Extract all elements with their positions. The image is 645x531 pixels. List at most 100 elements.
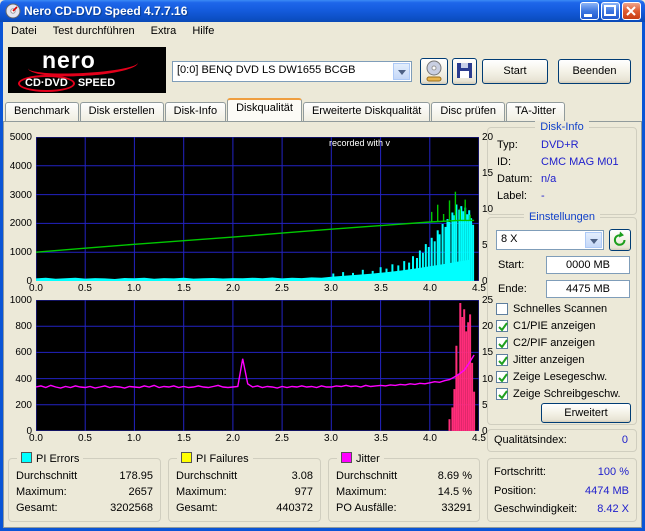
end-mb-field[interactable]: 4475 MB bbox=[546, 280, 630, 298]
disk-info-title: Disk-Info bbox=[535, 121, 589, 133]
checkbox-label: Zeige Lesegeschw. bbox=[513, 371, 608, 383]
quality-index-label: Qualitätsindex: bbox=[494, 434, 567, 446]
stat-value: 977 bbox=[294, 486, 313, 498]
refresh-button[interactable] bbox=[609, 229, 631, 251]
eject-button[interactable] bbox=[420, 58, 448, 85]
menu-bar: Datei Test durchführen Extra Hilfe bbox=[3, 22, 642, 41]
disk-date-label: Datum: bbox=[497, 173, 533, 185]
save-button[interactable] bbox=[452, 58, 477, 85]
tab-benchmark[interactable]: Benchmark bbox=[5, 102, 79, 121]
quit-button[interactable]: Beenden bbox=[558, 59, 631, 84]
speed-select-value: 8 X bbox=[501, 233, 518, 245]
check-icon bbox=[498, 339, 508, 349]
pi-errors-stats-title: PI Errors bbox=[36, 453, 80, 465]
disk-label-value: - bbox=[541, 190, 545, 202]
logo-product-left: CD·DVD bbox=[18, 75, 75, 92]
quality-index-value: 0 bbox=[621, 434, 628, 446]
jitter-swatch bbox=[341, 452, 352, 463]
stat-value: 2657 bbox=[128, 486, 153, 498]
check-icon bbox=[498, 322, 508, 332]
pi-failures-stats-title: PI Failures bbox=[196, 453, 249, 465]
tab-diskqualitaet[interactable]: Diskqualität bbox=[227, 98, 302, 121]
drive-select-value: [0:0] BENQ DVD LS DW1655 BCGB bbox=[177, 64, 356, 76]
stat-label: Maximum: bbox=[176, 486, 227, 498]
pi-errors-swatch bbox=[21, 452, 32, 463]
checkbox-label: C1/PIE anzeigen bbox=[513, 320, 596, 332]
stat-label: Maximum: bbox=[336, 486, 387, 498]
tab-disk-info[interactable]: Disk-Info bbox=[164, 102, 227, 121]
menu-test-durchfuehren[interactable]: Test durchführen bbox=[45, 22, 143, 41]
app-window: Nero CD-DVD Speed 4.7.7.16 Datei Test du… bbox=[0, 0, 645, 531]
check-icon bbox=[498, 390, 508, 400]
stat-value: 178.95 bbox=[119, 470, 153, 482]
disk-type-label: Typ: bbox=[497, 139, 518, 151]
minimize-button[interactable] bbox=[580, 2, 599, 20]
maximize-button[interactable] bbox=[601, 2, 620, 20]
disk-id-label: ID: bbox=[497, 156, 512, 168]
tab-ta-jitter[interactable]: TA-Jitter bbox=[506, 102, 565, 121]
checkbox-label: C2/PIF anzeigen bbox=[513, 337, 595, 349]
close-button[interactable] bbox=[622, 2, 641, 20]
speed-select-arrow[interactable] bbox=[585, 232, 602, 248]
stat-label: PO Ausfälle: bbox=[336, 502, 397, 514]
stat-label: Gesamt: bbox=[16, 502, 58, 514]
tab-disk-erstellen[interactable]: Disk erstellen bbox=[79, 102, 164, 121]
drive-select-arrow[interactable] bbox=[393, 63, 410, 80]
checkbox-label: Schnelles Scannen bbox=[513, 303, 608, 315]
stat-value: 3202568 bbox=[110, 502, 153, 514]
progress-label: Fortschritt: bbox=[494, 466, 546, 478]
checkbox-box bbox=[496, 354, 508, 366]
checkbox-box bbox=[496, 337, 508, 349]
stat-value: 8.69 % bbox=[437, 470, 472, 482]
position-label: Position: bbox=[494, 485, 537, 497]
speed-select[interactable]: 8 X bbox=[496, 230, 604, 250]
stat-label: Durchschnitt bbox=[16, 470, 78, 482]
logo-product-right: SPEED bbox=[77, 77, 116, 89]
start-mb-field[interactable]: 0000 MB bbox=[546, 256, 630, 274]
start-mb-label: Start: bbox=[498, 259, 525, 271]
stat-value: 14.5 % bbox=[437, 486, 472, 498]
stat-label: Durchschnitt bbox=[336, 470, 398, 482]
floppy-save-icon bbox=[457, 63, 472, 78]
drive-select[interactable]: [0:0] BENQ DVD LS DW1655 BCGB bbox=[172, 61, 412, 82]
checkbox-label: Zeige Schreibgeschw. bbox=[513, 388, 621, 400]
stat-value: 3.08 bbox=[291, 470, 313, 482]
chevron-down-icon bbox=[590, 239, 598, 244]
tab-disc-pruefen[interactable]: Disc prüfen bbox=[431, 102, 506, 121]
progress-value: 100 % bbox=[597, 466, 629, 478]
refresh-icon bbox=[613, 231, 626, 246]
checkbox-label: Jitter anzeigen bbox=[513, 354, 585, 366]
pi-failures-swatch bbox=[181, 452, 192, 463]
disk-label-label: Label: bbox=[497, 190, 527, 202]
jitter-stats-title: Jitter bbox=[356, 453, 380, 465]
check-icon bbox=[498, 356, 508, 366]
checkbox-box bbox=[496, 388, 508, 400]
start-button[interactable]: Start bbox=[482, 59, 548, 84]
nero-logo: nero CD·DVD SPEED bbox=[8, 47, 166, 93]
speed-value: 8.42 X bbox=[597, 503, 629, 515]
window-title: Nero CD-DVD Speed 4.7.7.16 bbox=[24, 4, 188, 18]
logo-product-text: CD·DVD SPEED bbox=[18, 75, 116, 92]
stat-label: Durchschnitt bbox=[176, 470, 238, 482]
settings-title: Einstellungen bbox=[523, 211, 601, 223]
title-bar[interactable]: Nero CD-DVD Speed 4.7.7.16 bbox=[0, 0, 645, 22]
menu-hilfe[interactable]: Hilfe bbox=[184, 22, 222, 41]
tab-strip: Benchmark Disk erstellen Disk-Info Diskq… bbox=[5, 98, 566, 121]
advanced-button[interactable]: Erweitert bbox=[541, 403, 631, 423]
end-mb-label: Ende: bbox=[498, 283, 527, 295]
logo-brand-text: nero bbox=[42, 47, 96, 73]
disk-id-value: CMC MAG M01 bbox=[541, 156, 619, 168]
disk-date-value: n/a bbox=[541, 173, 557, 185]
stat-value: 440372 bbox=[276, 502, 313, 514]
stat-label: Gesamt: bbox=[176, 502, 218, 514]
disc-eject-icon bbox=[426, 60, 442, 82]
tab-erweiterte-diskqualitaet[interactable]: Erweiterte Diskqualität bbox=[302, 102, 431, 121]
chevron-down-icon bbox=[398, 70, 406, 75]
stat-label: Maximum: bbox=[16, 486, 67, 498]
checkbox-box bbox=[496, 371, 508, 383]
menu-extra[interactable]: Extra bbox=[143, 22, 185, 41]
checkbox-box bbox=[496, 320, 508, 332]
checkbox-box bbox=[496, 303, 508, 315]
check-icon bbox=[498, 373, 508, 383]
menu-datei[interactable]: Datei bbox=[3, 22, 45, 41]
